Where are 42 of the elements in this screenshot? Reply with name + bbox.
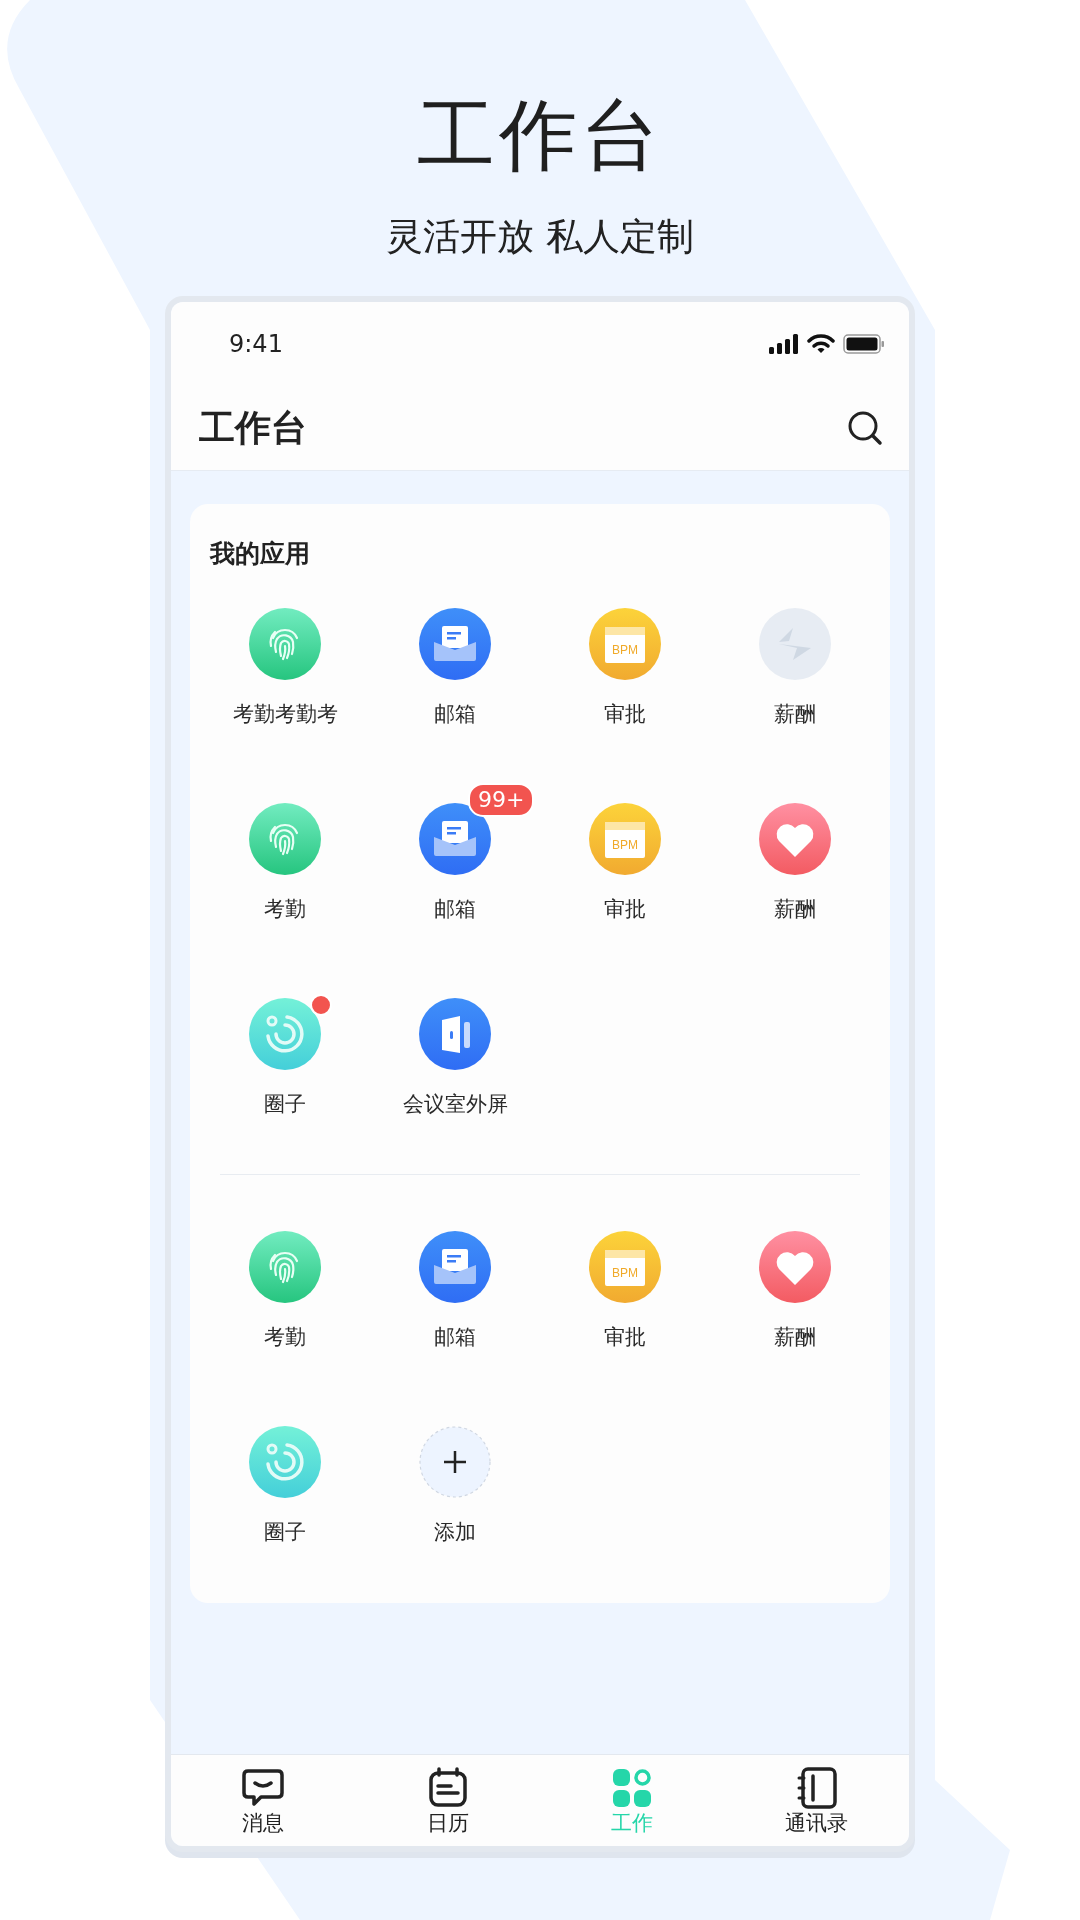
app-label: 审批 (604, 896, 646, 923)
app-label: 审批 (604, 1324, 646, 1351)
count-badge: 99+ (468, 783, 535, 817)
document-icon[interactable]: BPM (589, 1231, 661, 1303)
door-icon[interactable] (419, 998, 491, 1070)
status-time: 9:41 (229, 329, 283, 360)
app-label: 薪酬 (774, 1324, 816, 1351)
page-title: 工作台 (416, 89, 664, 174)
section-title: 我的应用 (208, 539, 310, 568)
signal-icon (769, 334, 799, 354)
app-bar-title: 工作台 (199, 406, 307, 450)
tab[interactable]: 日历 (355, 1755, 540, 1846)
ring-icon[interactable] (249, 998, 321, 1070)
app-label: 审批 (604, 701, 646, 728)
app-label: 邮箱 (434, 896, 476, 923)
fingerprint-icon[interactable] (249, 803, 321, 875)
tab[interactable]: 消息 (171, 1755, 356, 1846)
battery-icon (843, 334, 885, 354)
ring-icon[interactable] (249, 1426, 321, 1498)
app-label: 考勤 (264, 896, 306, 923)
app-label: 邮箱 (434, 701, 476, 728)
app-label: 考勤考勤考 (232, 701, 338, 728)
app-label: 会议室外屏 (402, 1091, 508, 1118)
wifi-icon (807, 334, 835, 354)
fingerprint-icon[interactable] (249, 608, 321, 680)
mail-icon[interactable] (419, 1231, 491, 1303)
document-icon[interactable]: BPM (589, 803, 661, 875)
app-label: 薪酬 (774, 896, 816, 923)
mail-icon[interactable] (419, 608, 491, 680)
app-label: 考勤 (264, 1324, 306, 1351)
app-label: 圈子 (264, 1519, 306, 1546)
app-label: 圈子 (264, 1091, 306, 1118)
app-label: 邮箱 (434, 1324, 476, 1351)
search-icon[interactable] (847, 410, 883, 446)
page-subtitle: 灵活开放 私人定制 (386, 218, 694, 255)
app-label: 添加 (434, 1519, 476, 1546)
add-icon[interactable] (419, 1426, 491, 1498)
document-icon[interactable]: BPM (589, 608, 661, 680)
tab[interactable]: 工作 (540, 1755, 725, 1846)
app-label: 薪酬 (774, 701, 816, 728)
tab[interactable]: 通讯录 (724, 1755, 909, 1846)
fingerprint-icon[interactable] (249, 1231, 321, 1303)
